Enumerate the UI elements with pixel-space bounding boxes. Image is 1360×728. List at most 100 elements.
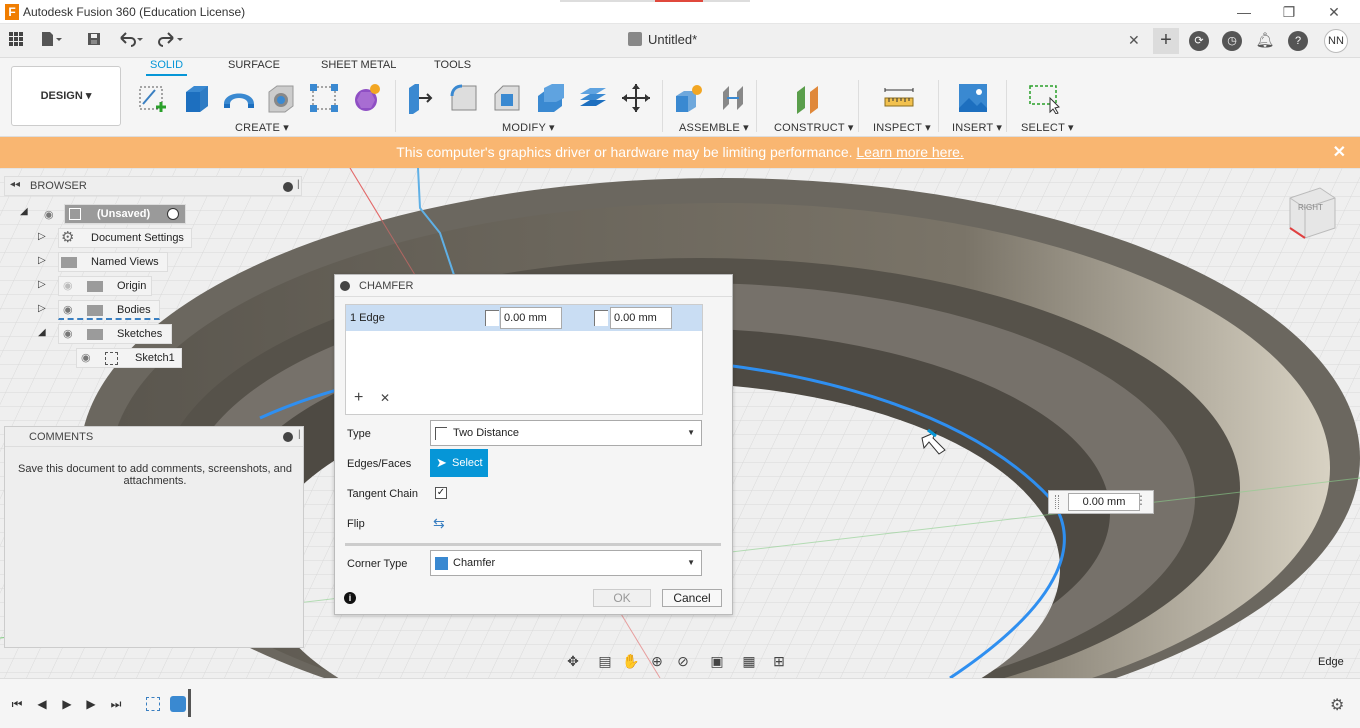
pattern-icon[interactable] <box>308 82 340 114</box>
select-window-icon[interactable] <box>1028 82 1060 115</box>
notifications-bell-icon[interactable]: 🔔︎ <box>1255 31 1275 51</box>
tree-item-sketch1[interactable]: ◉ Sketch1 <box>76 348 182 368</box>
file-menu-icon[interactable] <box>40 31 62 51</box>
redo-icon[interactable] <box>158 31 183 51</box>
select-edges-button[interactable]: ➤ Select <box>430 449 488 477</box>
chamfer-dialog-header[interactable]: CHAMFER <box>335 275 732 297</box>
insert-image-icon[interactable] <box>957 82 989 114</box>
tree-item-document-settings[interactable]: ⚙ Document Settings <box>58 228 192 248</box>
data-panel-grid-icon[interactable] <box>6 31 26 51</box>
close-window-button[interactable]: ✕ <box>1322 2 1346 22</box>
visibility-eye-icon[interactable]: ◉ <box>44 208 58 221</box>
go-to-end-icon[interactable]: ⏭ <box>109 697 123 711</box>
user-avatar[interactable]: NN <box>1324 29 1348 53</box>
tree-item-bodies[interactable]: ◉ Bodies <box>58 300 160 320</box>
collapse-dialog-icon[interactable] <box>340 281 350 291</box>
create-menu[interactable]: CREATE ▾ <box>235 121 289 134</box>
step-back-icon[interactable]: ◀ <box>35 697 49 711</box>
timeline-sketch-icon[interactable] <box>146 697 160 711</box>
learn-more-link[interactable]: Learn more here. <box>856 144 963 160</box>
close-document-icon[interactable]: ✕ <box>1128 32 1140 49</box>
drag-handle-icon[interactable] <box>1055 495 1059 509</box>
tab-surface[interactable]: SURFACE <box>224 59 284 71</box>
distance-two-input[interactable]: 0.00 mm <box>610 307 672 329</box>
tab-solid[interactable]: SOLID <box>146 59 188 76</box>
inspect-menu[interactable]: INSPECT ▾ <box>873 121 931 134</box>
insert-menu[interactable]: INSERT ▾ <box>952 121 1002 134</box>
construct-menu[interactable]: CONSTRUCT ▾ <box>774 121 854 134</box>
tab-tools[interactable]: TOOLS <box>430 59 475 71</box>
corner-type-dropdown[interactable]: Chamfer ▼ <box>430 550 702 576</box>
distance-value[interactable]: 0.00 mm <box>1068 493 1140 511</box>
shell-icon[interactable] <box>534 82 566 114</box>
activate-radio-icon[interactable] <box>167 208 179 220</box>
ok-button[interactable]: OK <box>593 589 651 607</box>
press-pull-icon[interactable] <box>405 82 437 114</box>
distance-manipulator-input[interactable]: 0.00 mm ⋮ <box>1048 490 1154 514</box>
viewports-icon[interactable]: ⊞ <box>770 652 788 670</box>
grid-settings-icon[interactable]: ▦ <box>740 652 758 670</box>
more-options-icon[interactable]: ⋮ <box>1135 493 1147 507</box>
minimize-panel-icon[interactable] <box>283 432 293 442</box>
new-component-icon[interactable] <box>673 82 705 114</box>
offset-plane-icon[interactable] <box>794 82 826 114</box>
tree-item-sketches[interactable]: ◉ Sketches <box>58 324 172 344</box>
collapse-arrow-icon[interactable]: ◢ <box>20 206 28 217</box>
assemble-menu[interactable]: ASSEMBLE ▾ <box>679 121 749 134</box>
new-tab-button[interactable]: + <box>1153 28 1179 54</box>
minimize-button[interactable]: — <box>1232 2 1256 22</box>
job-status-icon[interactable]: ◷ <box>1222 31 1242 51</box>
comments-header[interactable]: COMMENTS | <box>5 427 303 447</box>
help-icon[interactable]: ? <box>1288 31 1308 51</box>
tree-item-origin[interactable]: ◉ Origin <box>58 276 152 296</box>
visibility-eye-icon[interactable]: ◉ <box>63 325 73 343</box>
tree-root-unsaved[interactable]: (Unsaved) <box>64 204 186 224</box>
type-dropdown[interactable]: Two Distance ▼ <box>430 420 702 446</box>
workspace-switcher[interactable]: DESIGN ▾ <box>11 66 121 126</box>
modify-menu[interactable]: MODIFY ▾ <box>502 121 555 134</box>
pin-panel-icon[interactable]: | <box>297 179 300 190</box>
expand-arrow-icon[interactable]: ▷ <box>38 255 46 266</box>
extrude-icon[interactable] <box>180 82 212 114</box>
edge-list-row[interactable]: 1 Edge 0.00 mm 0.00 mm <box>346 305 702 331</box>
timeline-marker[interactable] <box>188 689 191 717</box>
cancel-button[interactable]: Cancel <box>662 589 722 607</box>
info-icon[interactable]: i <box>344 592 356 604</box>
revolve-icon[interactable] <box>222 82 254 114</box>
hidden-eye-icon[interactable]: ◉ <box>63 277 73 295</box>
collapse-arrow-icon[interactable]: ◢ <box>38 327 46 338</box>
expand-arrow-icon[interactable]: ▷ <box>38 279 46 290</box>
distance-one-input[interactable]: 0.00 mm <box>500 307 562 329</box>
collapse-panel-icon[interactable]: ◂◂ <box>10 179 20 190</box>
undo-icon[interactable] <box>118 31 143 51</box>
maximize-button[interactable]: ❐ <box>1277 2 1301 22</box>
add-edge-icon[interactable]: + <box>354 389 363 407</box>
document-tab[interactable]: Untitled* <box>628 32 697 52</box>
tab-sheet-metal[interactable]: SHEET METAL <box>317 59 400 71</box>
chamfer-icon[interactable] <box>491 82 523 114</box>
move-copy-icon[interactable] <box>620 82 652 114</box>
tangent-chain-checkbox[interactable]: ✓ <box>435 487 447 499</box>
minimize-panel-icon[interactable] <box>283 182 293 192</box>
expand-arrow-icon[interactable]: ▷ <box>38 303 46 314</box>
go-to-start-icon[interactable]: ⏮ <box>10 697 24 711</box>
select-menu[interactable]: SELECT ▾ <box>1021 121 1074 134</box>
display-settings-icon[interactable]: ▣ <box>708 652 726 670</box>
play-icon[interactable]: ▶ <box>60 697 74 711</box>
timeline-settings-gear-icon[interactable]: ⚙ <box>1330 695 1344 715</box>
look-at-icon[interactable]: ▤ <box>596 652 614 670</box>
pan-hand-icon[interactable]: ✋ <box>622 652 640 670</box>
joint-icon[interactable] <box>717 82 749 114</box>
save-icon[interactable] <box>84 31 104 51</box>
combine-icon[interactable] <box>577 82 609 114</box>
browser-panel-header[interactable]: ◂◂ BROWSER | <box>4 176 302 196</box>
remove-edge-icon[interactable]: ✕ <box>380 391 390 405</box>
orbit-icon[interactable]: ✥ <box>564 652 582 670</box>
hole-icon[interactable] <box>265 82 297 114</box>
fit-zoom-icon[interactable]: ⊘ <box>674 652 692 670</box>
pin-panel-icon[interactable]: | <box>298 429 301 440</box>
visibility-eye-icon[interactable]: ◉ <box>81 349 91 367</box>
step-forward-icon[interactable]: ▶ <box>84 697 98 711</box>
measure-icon[interactable] <box>883 82 915 114</box>
fillet-icon[interactable] <box>448 82 480 114</box>
